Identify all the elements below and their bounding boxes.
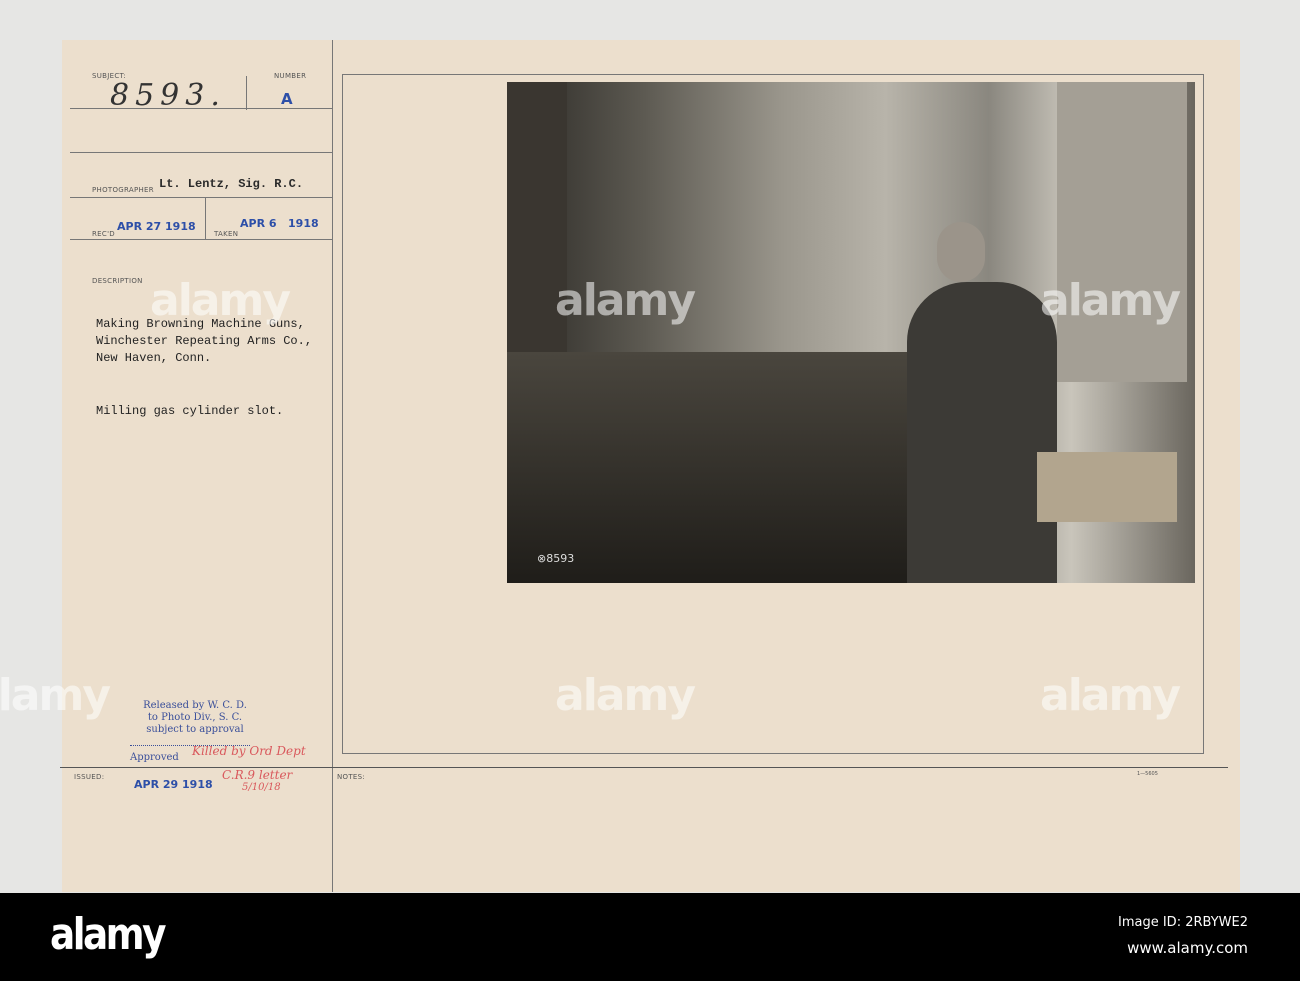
- subject-number: 8593.: [110, 78, 226, 113]
- divider: [70, 197, 332, 198]
- watermark: alamy: [1040, 670, 1181, 721]
- recd-label: REC'D: [92, 230, 115, 238]
- worker-head: [937, 222, 985, 282]
- alamy-logo: alamy: [50, 909, 166, 960]
- divider: [332, 40, 333, 892]
- release-line: to Photo Div., S. C.: [147, 712, 243, 723]
- number-label: NUMBER: [274, 72, 307, 80]
- approved-label: Approved: [130, 752, 179, 763]
- issued-label: ISSUED:: [74, 773, 105, 781]
- number-value: A: [281, 90, 293, 108]
- description-line: Winchester Repeating Arms Co.,: [96, 334, 313, 348]
- divider: [246, 76, 247, 110]
- issued-date: APR 29 1918: [134, 778, 213, 791]
- photographer-value: Lt. Lentz, Sig. R.C.: [159, 177, 304, 191]
- release-line: subject to approval: [146, 724, 244, 735]
- notes-label: NOTES:: [337, 773, 366, 781]
- taken-label: TAKEN: [214, 230, 239, 238]
- watermark: alamy: [0, 670, 111, 721]
- handwritten-note: C.R.9 letter: [222, 768, 293, 782]
- watermark: alamy: [1040, 275, 1181, 326]
- description-label: DESCRIPTION: [92, 277, 143, 285]
- footer-bar: alamy Image ID: 2RBYWE2 www.alamy.com: [0, 893, 1300, 981]
- taken-date: APR 6 1918: [240, 217, 319, 230]
- handwritten-note: Killed by Ord Dept: [192, 744, 306, 758]
- photograph-machinist-at-milling-machine: ⊗8593: [507, 82, 1195, 583]
- divider: [70, 152, 332, 153]
- release-stamp: Released by W. C. D. to Photo Div., S. C…: [130, 700, 260, 736]
- image-id: Image ID: 2RBYWE2: [1118, 915, 1248, 930]
- watermark: alamy: [555, 670, 696, 721]
- form-number: 1—5605: [1137, 771, 1158, 777]
- description-line: New Haven, Conn.: [96, 351, 212, 365]
- handwritten-note: 5/10/18: [242, 782, 281, 793]
- divider: [70, 239, 332, 240]
- watermark: alamy: [555, 275, 696, 326]
- watermark: alamy: [150, 275, 291, 326]
- release-line: Released by W. C. D.: [143, 700, 247, 711]
- pillar: [1057, 82, 1187, 382]
- worker: [907, 282, 1057, 583]
- divider: [205, 197, 206, 239]
- machine: [507, 352, 947, 583]
- photographer-label: PHOTOGRAPHER: [92, 186, 154, 194]
- caption: Milling gas cylinder slot.: [96, 404, 284, 418]
- photo-mark: ⊗8593: [537, 552, 575, 565]
- site-url[interactable]: www.alamy.com: [1127, 939, 1248, 957]
- crate: [1037, 452, 1177, 522]
- recd-date: APR 27 1918: [117, 220, 196, 233]
